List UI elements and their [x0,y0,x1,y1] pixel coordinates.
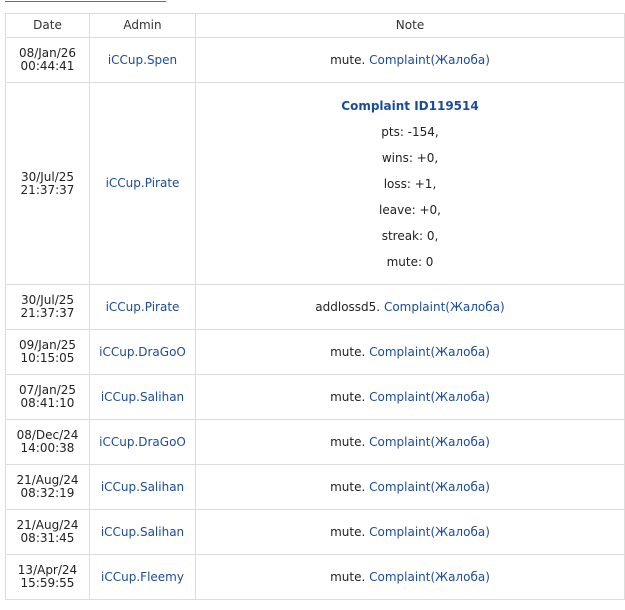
table-row: 08/Jan/26 00:44:41 iCCup.Spen mute. Comp… [5,37,625,83]
admin-link[interactable]: iCCup.Fleemy [101,570,184,584]
complaint-link[interactable]: Complaint(Жалоба) [369,525,490,539]
note-text: mute. [330,344,370,359]
date-cell: 30/Jul/25 21:37:37 [5,82,90,285]
table-row: 21/Aug/24 08:31:45 iCCup.Salihan mute. C… [5,509,625,555]
complaint-link[interactable]: Complaint(Жалоба) [369,435,490,449]
admin-cell: iCCup.Salihan [89,509,196,555]
admin-cell: iCCup.DraGoO [89,419,196,465]
date-cell: 30/Jul/25 21:37:37 [5,284,90,330]
note-text: mute. [330,569,370,584]
admin-link[interactable]: iCCup.Spen [108,53,177,67]
date-text: 21/Aug/24 08:31:45 [16,518,79,545]
column-header-date: Date [5,13,90,38]
date-text: 30/Jul/25 21:37:37 [20,293,75,320]
table-row: 08/Dec/24 14:00:38 iCCup.DraGoO mute. Co… [5,419,625,465]
date-cell: 09/Jan/25 10:15:05 [5,329,90,375]
note-cell: Complaint ID119514 pts: -154, wins: +0, … [195,82,625,285]
note-cell: mute. Complaint(Жалоба) [195,554,625,600]
admin-cell: iCCup.Spen [89,37,196,83]
table-header-row: Date Admin Note [5,13,625,38]
date-text: 08/Dec/24 14:00:38 [16,428,79,455]
date-cell: 07/Jan/25 08:41:10 [5,374,90,420]
penalty-log-table: Date Admin Note 08/Jan/26 00:44:41 iCCup… [5,13,625,600]
admin-link[interactable]: iCCup.DraGoO [99,345,186,359]
date-text: 07/Jan/25 08:41:10 [18,383,77,410]
date-cell: 13/Apr/24 15:59:55 [5,554,90,600]
date-cell: 08/Jan/26 00:44:41 [5,37,90,83]
note-text: mute. [330,52,370,67]
note-line-streak: streak: 0, [381,228,439,243]
note-line-pts: pts: -154, [381,124,439,139]
date-cell: 21/Aug/24 08:32:19 [5,464,90,510]
admin-link[interactable]: iCCup.Salihan [101,390,184,404]
note-cell: mute. Complaint(Жалоба) [195,419,625,465]
admin-cell: iCCup.Pirate [89,284,196,330]
date-cell: 08/Dec/24 14:00:38 [5,419,90,465]
note-cell: mute. Complaint(Жалоба) [195,374,625,420]
column-header-note: Note [195,13,625,38]
note-cell: addlossd5. Complaint(Жалоба) [195,284,625,330]
date-text: 08/Jan/26 00:44:41 [18,46,77,73]
admin-cell: iCCup.Salihan [89,464,196,510]
complaint-link[interactable]: Complaint(Жалоба) [369,390,490,404]
note-line-wins: wins: +0, [381,150,439,165]
date-text: 09/Jan/25 10:15:05 [18,338,77,365]
table-row: 07/Jan/25 08:41:10 iCCup.Salihan mute. C… [5,374,625,420]
admin-link[interactable]: iCCup.Salihan [101,525,184,539]
note-text: addlossd5. [315,299,384,314]
complaint-link[interactable]: Complaint(Жалоба) [369,53,490,67]
table-row: 09/Jan/25 10:15:05 iCCup.DraGoO mute. Co… [5,329,625,375]
note-text: mute. [330,389,370,404]
date-text: 30/Jul/25 21:37:37 [20,169,75,197]
note-text: mute. [330,524,370,539]
complaint-link[interactable]: Complaint(Жалоба) [384,300,505,314]
table-row: 21/Aug/24 08:32:19 iCCup.Salihan mute. C… [5,464,625,510]
table-row: 30/Jul/25 21:37:37 iCCup.Pirate Complain… [5,82,625,285]
top-divider [5,1,166,2]
note-cell: mute. Complaint(Жалоба) [195,329,625,375]
complaint-link[interactable]: Complaint(Жалоба) [369,480,490,494]
admin-cell: iCCup.DraGoO [89,329,196,375]
note-text: mute. [330,434,370,449]
admin-cell: iCCup.Fleemy [89,554,196,600]
admin-link[interactable]: iCCup.Pirate [106,300,180,314]
admin-link[interactable]: iCCup.DraGoO [99,435,186,449]
note-text: mute. [330,479,370,494]
complaint-link[interactable]: Complaint(Жалоба) [369,570,490,584]
note-line-loss: loss: +1, [383,176,437,191]
admin-link[interactable]: iCCup.Pirate [106,176,180,190]
note-line-mute: mute: 0 [386,254,434,269]
note-line-leave: leave: +0, [379,202,441,217]
date-text: 21/Aug/24 08:32:19 [16,473,79,500]
table-row: 30/Jul/25 21:37:37 iCCup.Pirate addlossd… [5,284,625,330]
note-cell: mute. Complaint(Жалоба) [195,509,625,555]
admin-link[interactable]: iCCup.Salihan [101,480,184,494]
column-header-admin: Admin [89,13,196,38]
complaint-id-link[interactable]: Complaint ID119514 [196,93,624,119]
note-cell: mute. Complaint(Жалоба) [195,37,625,83]
table-row: 13/Apr/24 15:59:55 iCCup.Fleemy mute. Co… [5,554,625,600]
admin-cell: iCCup.Pirate [89,82,196,285]
note-cell: mute. Complaint(Жалоба) [195,464,625,510]
date-cell: 21/Aug/24 08:31:45 [5,509,90,555]
admin-cell: iCCup.Salihan [89,374,196,420]
complaint-link[interactable]: Complaint(Жалоба) [369,345,490,359]
date-text: 13/Apr/24 15:59:55 [17,563,78,590]
